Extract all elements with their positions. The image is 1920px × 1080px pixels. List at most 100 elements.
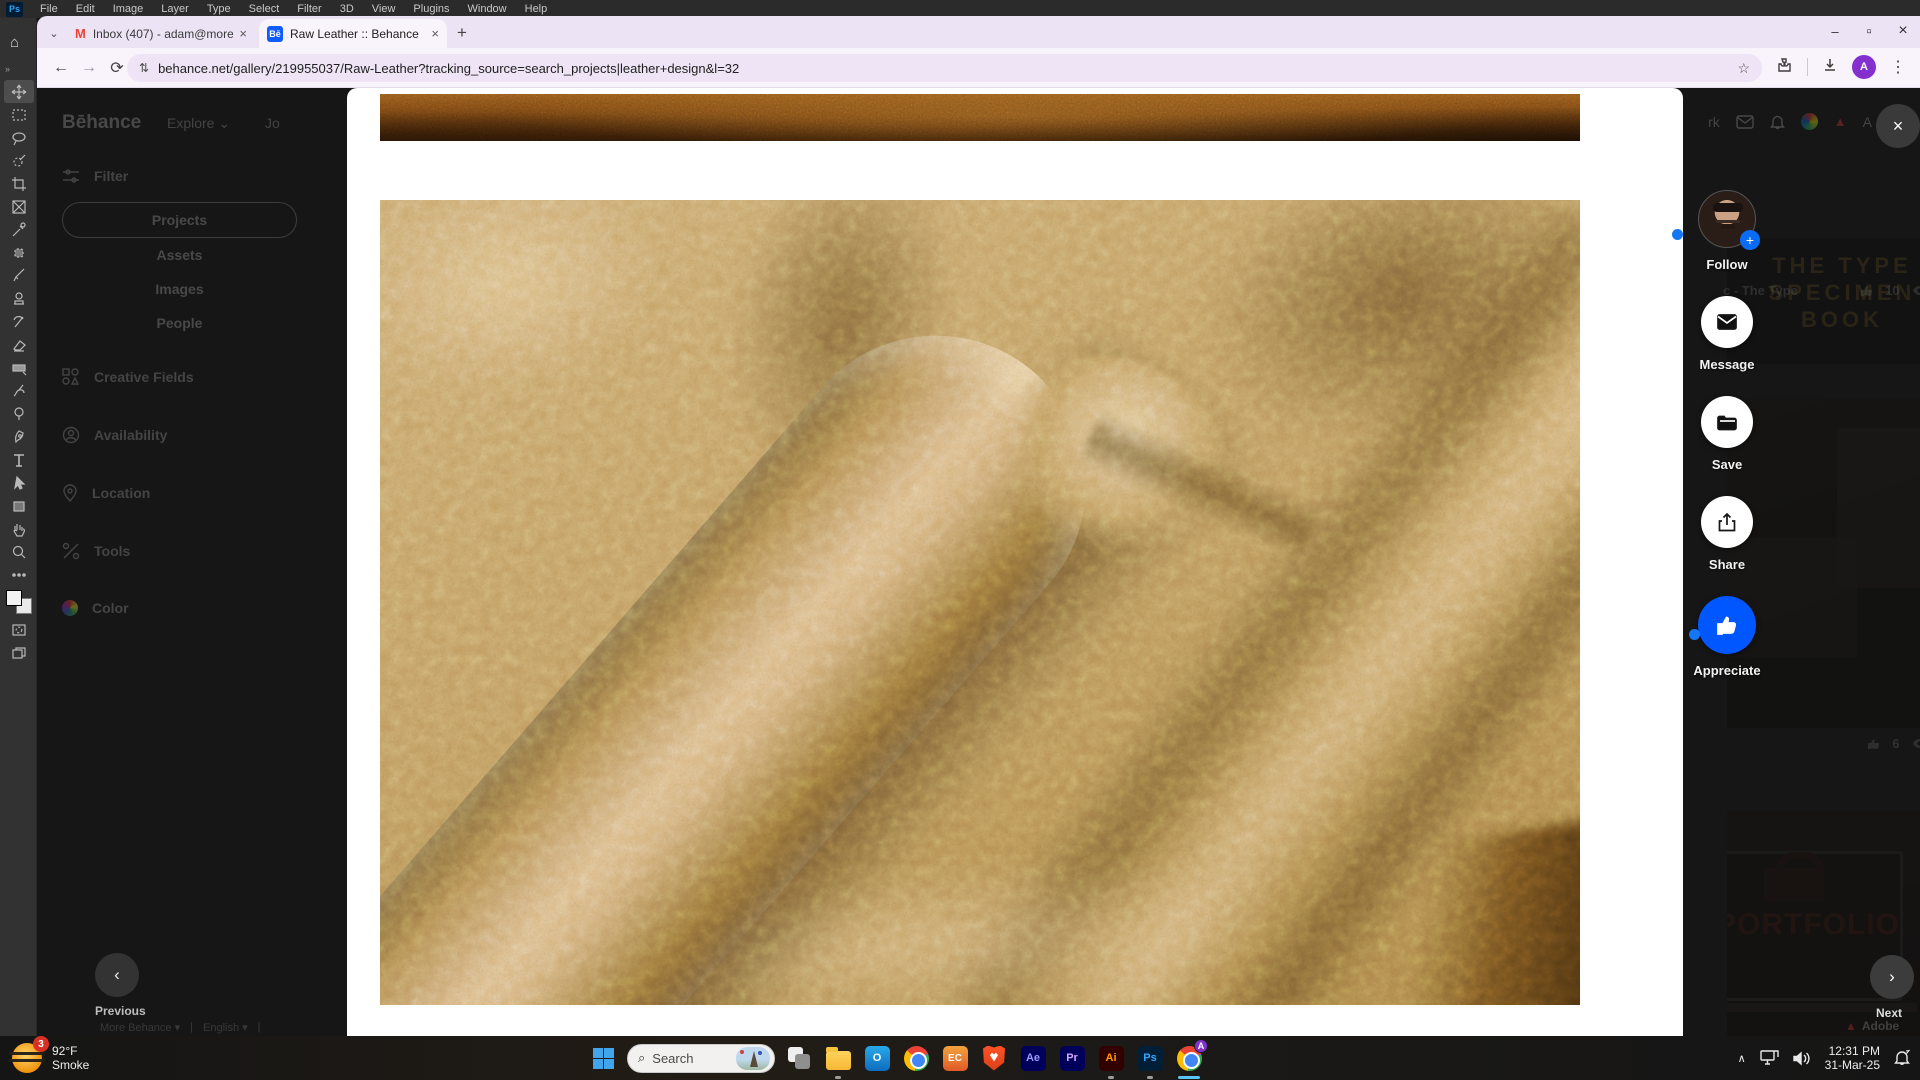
foreground-background-colors[interactable] [6, 590, 32, 614]
tray-chevron-icon[interactable]: ∧ [1738, 1052, 1746, 1065]
ec-app-button[interactable]: EC [940, 1043, 970, 1073]
new-tab-button[interactable]: + [457, 23, 467, 43]
share-button[interactable] [1701, 496, 1753, 548]
tab-behance-active[interactable]: Bē Raw Leather :: Behance × [259, 19, 447, 48]
filter-color[interactable]: Color [62, 600, 342, 616]
footer-more-behance[interactable]: More Behance ▾ [100, 1021, 180, 1034]
save-button[interactable] [1701, 396, 1753, 448]
chrome-profile-button[interactable]: A [1174, 1043, 1204, 1073]
window-maximize-button[interactable]: ▫ [1852, 16, 1886, 46]
tab-people[interactable]: People [62, 306, 297, 340]
outlook-button[interactable]: O [862, 1043, 892, 1073]
crop-tool-icon[interactable] [4, 172, 34, 195]
task-view-button[interactable] [784, 1043, 814, 1073]
nav-explore[interactable]: Explore ⌄ [167, 115, 230, 132]
url-text[interactable]: behance.net/gallery/219955037/Raw-Leathe… [158, 61, 739, 76]
follow-label[interactable]: Follow [1706, 257, 1747, 272]
foreground-color-swatch[interactable] [6, 590, 22, 606]
site-settings-icon[interactable]: ⇅ [139, 61, 148, 75]
behance-profile-avatar[interactable] [1801, 113, 1818, 130]
filter-availability[interactable]: Availability [62, 426, 342, 444]
lasso-tool-icon[interactable] [4, 126, 34, 149]
header-text-fragment: rk [1708, 114, 1720, 130]
window-close-button[interactable]: × [1886, 16, 1920, 46]
frame-tool-icon[interactable] [4, 195, 34, 218]
appreciate-button[interactable] [1698, 596, 1756, 654]
messages-icon[interactable] [1736, 115, 1754, 129]
notification-bell-icon[interactable] [1894, 1049, 1912, 1067]
owner-follow-block: + Follow [1698, 190, 1756, 272]
brush-tool-icon[interactable] [4, 264, 34, 287]
path-select-tool-icon[interactable] [4, 471, 34, 494]
eyedropper-tool-icon[interactable] [4, 218, 34, 241]
tab-gmail[interactable]: M Inbox (407) - adam@moreidea... × [67, 19, 255, 48]
pen-tool-icon[interactable] [4, 425, 34, 448]
background-project-card[interactable]: PORTFOLIO [1727, 811, 1920, 1036]
type-tool-icon[interactable] [4, 448, 34, 471]
illustrator-icon: Ai [1099, 1046, 1124, 1071]
footer-language[interactable]: English ▾ [203, 1021, 248, 1034]
tray-clock[interactable]: 12:31 PM 31-Mar-25 [1825, 1044, 1880, 1072]
window-minimize-button[interactable]: – [1818, 16, 1852, 46]
reload-icon[interactable]: ⟳ [105, 56, 129, 80]
quick-select-tool-icon[interactable] [4, 149, 34, 172]
three-dot-menu-icon[interactable]: ⋮ [1890, 57, 1906, 77]
chrome-button[interactable] [901, 1043, 931, 1073]
star-icon[interactable]: ☆ [1737, 60, 1750, 77]
behance-logo[interactable]: Bēhance [62, 112, 141, 134]
brave-button[interactable] [979, 1043, 1009, 1073]
move-tool-icon[interactable] [4, 80, 34, 103]
tab-projects[interactable]: Projects [62, 202, 297, 238]
eraser-tool-icon[interactable] [4, 333, 34, 356]
clone-stamp-tool-icon[interactable] [4, 287, 34, 310]
behance-header-right: rk ▲ A [1708, 113, 1872, 130]
screen-mode-icon[interactable] [4, 641, 34, 664]
notifications-bell-icon[interactable] [1770, 114, 1785, 130]
download-icon[interactable] [1822, 57, 1838, 76]
smudge-tool-icon[interactable] [4, 379, 34, 402]
puzzle-icon[interactable] [1776, 57, 1792, 76]
filter-location[interactable]: Location [62, 484, 342, 502]
nav-jobs-truncated[interactable]: Jo [265, 115, 280, 131]
tab-images[interactable]: Images [62, 272, 297, 306]
file-explorer-button[interactable] [823, 1043, 853, 1073]
dodge-tool-icon[interactable] [4, 402, 34, 425]
tab-assets[interactable]: Assets [62, 238, 297, 272]
filter-header[interactable]: Filter [62, 168, 342, 184]
photoshop-button[interactable]: Ps [1135, 1043, 1165, 1073]
taskbar-search[interactable]: ⌕ Search [627, 1044, 775, 1073]
message-button[interactable] [1701, 296, 1753, 348]
follow-plus-icon[interactable]: + [1740, 230, 1760, 250]
previous-project-button[interactable]: ‹ [95, 953, 139, 997]
more-tools-icon[interactable] [4, 563, 34, 586]
premiere-button[interactable]: Pr [1057, 1043, 1087, 1073]
address-bar[interactable]: ⇅ behance.net/gallery/219955037/Raw-Leat… [127, 54, 1762, 82]
illustrator-button[interactable]: Ai [1096, 1043, 1126, 1073]
quick-mask-icon[interactable] [4, 618, 34, 641]
tab-close-icon[interactable]: × [239, 26, 247, 41]
filter-creative-fields[interactable]: Creative Fields [62, 368, 342, 386]
back-icon[interactable]: ← [49, 56, 73, 80]
gradient-tool-icon[interactable] [4, 356, 34, 379]
zoom-tool-icon[interactable] [4, 540, 34, 563]
next-project-button[interactable]: › [1870, 955, 1914, 999]
healing-brush-tool-icon[interactable] [4, 241, 34, 264]
hand-tool-icon[interactable] [4, 517, 34, 540]
history-brush-tool-icon[interactable] [4, 310, 34, 333]
filter-tools[interactable]: Tools [62, 542, 342, 560]
start-button[interactable] [588, 1043, 618, 1073]
browser-profile-avatar[interactable]: A [1852, 55, 1876, 79]
ps-collapse-icon[interactable]: » [5, 64, 11, 74]
tab-close-icon[interactable]: × [431, 26, 439, 41]
network-icon[interactable] [1760, 1050, 1779, 1066]
tab-search-chevron-icon[interactable]: ⌄ [43, 23, 65, 43]
volume-icon[interactable] [1793, 1051, 1811, 1066]
weather-widget[interactable]: 3 92°F Smoke [12, 1043, 89, 1073]
marquee-tool-icon[interactable] [4, 103, 34, 126]
forward-icon[interactable]: → [77, 56, 101, 80]
ps-home-icon[interactable]: ⌂ [10, 34, 19, 51]
modal-close-button[interactable]: × [1876, 104, 1920, 148]
photoshop-app-icon[interactable]: Ps [6, 2, 23, 17]
rectangle-tool-icon[interactable] [4, 494, 34, 517]
after-effects-button[interactable]: Ae [1018, 1043, 1048, 1073]
